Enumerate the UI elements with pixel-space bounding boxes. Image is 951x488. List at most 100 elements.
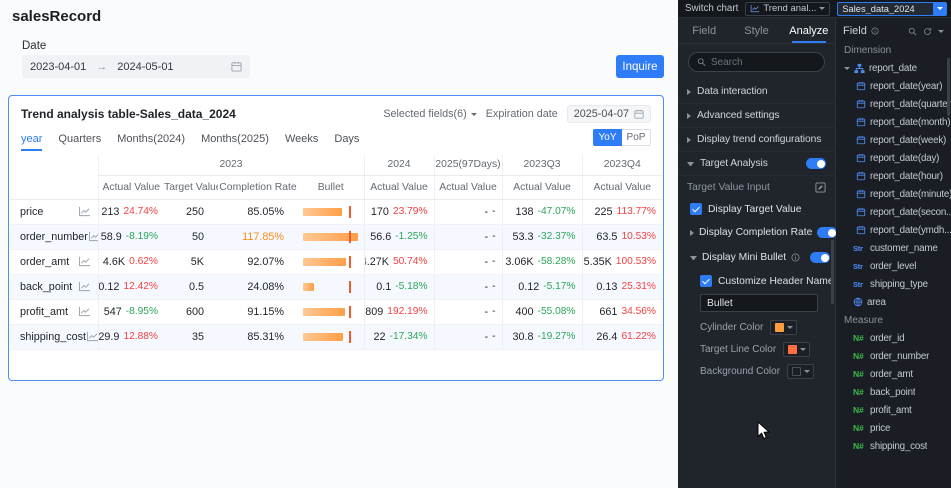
bullet-bar xyxy=(303,283,314,291)
field-report-date-month[interactable]: report_date(month) xyxy=(836,113,951,131)
settings-search[interactable] xyxy=(688,52,825,72)
checkbox-checked[interactable] xyxy=(690,203,702,215)
edit-icon[interactable] xyxy=(815,182,826,193)
field-report-date-year[interactable]: report_date(year) xyxy=(836,77,951,95)
tab-field[interactable]: Field xyxy=(678,18,730,43)
bullet-target-line xyxy=(349,306,351,318)
inquire-button[interactable]: Inquire xyxy=(616,55,664,78)
section-display-trend-configurations[interactable]: Display trend configurations xyxy=(678,128,835,152)
cell-value: 3.06K xyxy=(505,256,533,268)
tab-weeks[interactable]: Weeks xyxy=(285,133,318,151)
customize-header-row[interactable]: Customize Header Name xyxy=(678,270,835,292)
selected-fields-dropdown[interactable]: Selected fields(6) xyxy=(383,108,476,120)
field-report-date-secon[interactable]: report_date(secon... xyxy=(836,203,951,221)
tab-style[interactable]: Style xyxy=(730,18,782,43)
field-order-number[interactable]: N#order_number xyxy=(836,347,951,365)
field-price[interactable]: N#price xyxy=(836,419,951,437)
column-header: Actual Value xyxy=(364,175,434,199)
target-value-input-row[interactable]: Target Value Input xyxy=(678,176,835,198)
display-mini-bullet-row[interactable]: Display Mini Bullet xyxy=(678,245,835,270)
section-target-analysis[interactable]: Target Analysis xyxy=(678,152,835,176)
chart-line-icon[interactable] xyxy=(78,256,91,267)
chart-type-dropdown[interactable]: Trend anal... xyxy=(745,2,830,16)
field-order-level[interactable]: Strorder_level xyxy=(836,257,951,275)
field-report-date-day[interactable]: report_date(day) xyxy=(836,149,951,167)
date-range-picker[interactable]: 2023-04-01 → 2024-05-01 xyxy=(22,55,250,78)
chart-line-icon[interactable] xyxy=(78,281,91,292)
date-field-icon xyxy=(856,81,866,91)
color-picker-dropdown[interactable] xyxy=(770,320,797,335)
section-data-interaction[interactable]: Data interaction xyxy=(678,80,835,104)
string-field-icon: Str xyxy=(853,244,866,253)
date-start-value[interactable]: 2023-04-01 xyxy=(30,61,86,73)
chart-line-icon[interactable] xyxy=(78,306,91,317)
cell-change-pct: -17.34% xyxy=(390,331,428,342)
color-picker-dropdown[interactable] xyxy=(787,364,814,379)
cell-value: - xyxy=(484,331,488,343)
pop-button[interactable]: PoP xyxy=(622,129,651,146)
tab-months-2024[interactable]: Months(2024) xyxy=(117,133,185,151)
dataset-caret-button[interactable] xyxy=(933,3,946,15)
trend-analysis-widget[interactable]: Trend analysis table-Sales_data_2024 Sel… xyxy=(8,95,664,381)
field-report-date-minute[interactable]: report_date(minute) xyxy=(836,185,951,203)
tab-quarters[interactable]: Quarters xyxy=(58,133,101,151)
bullet-cell xyxy=(298,274,364,299)
date-field-icon xyxy=(856,189,866,199)
display-target-value-row[interactable]: Display Target Value xyxy=(678,198,835,220)
tab-year[interactable]: year xyxy=(21,133,42,151)
field-area[interactable]: area xyxy=(836,293,951,311)
color-picker-dropdown[interactable] xyxy=(783,342,810,357)
field-back-point[interactable]: N#back_point xyxy=(836,383,951,401)
field-order-id[interactable]: N#order_id xyxy=(836,329,951,347)
color-swatch xyxy=(775,323,784,332)
display-completion-rate-row[interactable]: Display Completion Rate xyxy=(678,220,835,245)
yoy-button[interactable]: YoY xyxy=(593,129,622,146)
chart-topbar: Switch chart Trend anal... Sales_data_20… xyxy=(678,0,951,18)
search-input[interactable] xyxy=(711,57,816,68)
column-group-2023q3: 2023Q3 xyxy=(502,155,582,175)
completion-rate-toggle[interactable] xyxy=(817,227,837,238)
scrollbar-thumb[interactable] xyxy=(831,240,834,304)
expiration-date-picker[interactable]: 2025-04-07 xyxy=(567,105,651,123)
chevron-down-icon[interactable] xyxy=(844,67,850,70)
search-icon[interactable] xyxy=(908,27,917,36)
calendar-icon[interactable] xyxy=(231,61,242,72)
tab-months-2025[interactable]: Months(2025) xyxy=(201,133,269,151)
field-report-date-ymdh[interactable]: report_date(ymdh... xyxy=(836,221,951,239)
chart-line-icon[interactable] xyxy=(78,206,91,217)
field-profit-amt[interactable]: N#profit_amt xyxy=(836,401,951,419)
refresh-icon[interactable] xyxy=(923,27,932,36)
date-end-value[interactable]: 2024-05-01 xyxy=(117,61,173,73)
target-analysis-toggle[interactable] xyxy=(806,158,826,169)
tab-analyze[interactable]: Analyze xyxy=(783,18,835,43)
field-report-date-quarter[interactable]: report_date(quarter) xyxy=(836,95,951,113)
checkbox-checked[interactable] xyxy=(700,275,712,287)
field-shipping-cost[interactable]: N#shipping_cost xyxy=(836,437,951,455)
chevron-right-icon xyxy=(690,230,694,236)
completion-rate: 91.15% xyxy=(218,299,298,324)
metric-name: order_number xyxy=(20,231,88,243)
dataset-selector[interactable]: Sales_data_2024 xyxy=(837,2,947,16)
mini-bullet-toggle[interactable] xyxy=(810,252,830,263)
globe-icon xyxy=(853,297,863,307)
field-customer-name[interactable]: Strcustomer_name xyxy=(836,239,951,257)
scrollbar-thumb[interactable] xyxy=(947,58,950,116)
cell-change-pct: - xyxy=(492,331,495,342)
chevron-down-icon[interactable] xyxy=(938,30,944,33)
section-advanced-settings[interactable]: Advanced settings xyxy=(678,104,835,128)
color-rows: Cylinder ColorTarget Line ColorBackgroun… xyxy=(678,316,835,382)
field-report-date[interactable]: report_date xyxy=(836,59,951,77)
cell-change-pct: 50.74% xyxy=(393,256,428,267)
chart-line-icon[interactable] xyxy=(88,231,98,242)
chart-line-icon[interactable] xyxy=(86,331,98,342)
field-report-date-hour[interactable]: report_date(hour) xyxy=(836,167,951,185)
field-shipping-type[interactable]: Strshipping_type xyxy=(836,275,951,293)
dataset-name: Sales_data_2024 xyxy=(838,4,933,14)
header-name-input[interactable] xyxy=(700,294,818,312)
tab-days[interactable]: Days xyxy=(334,133,359,151)
field-report-date-week[interactable]: report_date(week) xyxy=(836,131,951,149)
field-order-amt[interactable]: N#order_amt xyxy=(836,365,951,383)
display-completion-rate-label: Display Completion Rate xyxy=(699,227,812,238)
dimension-label: Dimension xyxy=(836,41,951,59)
cell-value: 58.9 xyxy=(101,231,122,243)
